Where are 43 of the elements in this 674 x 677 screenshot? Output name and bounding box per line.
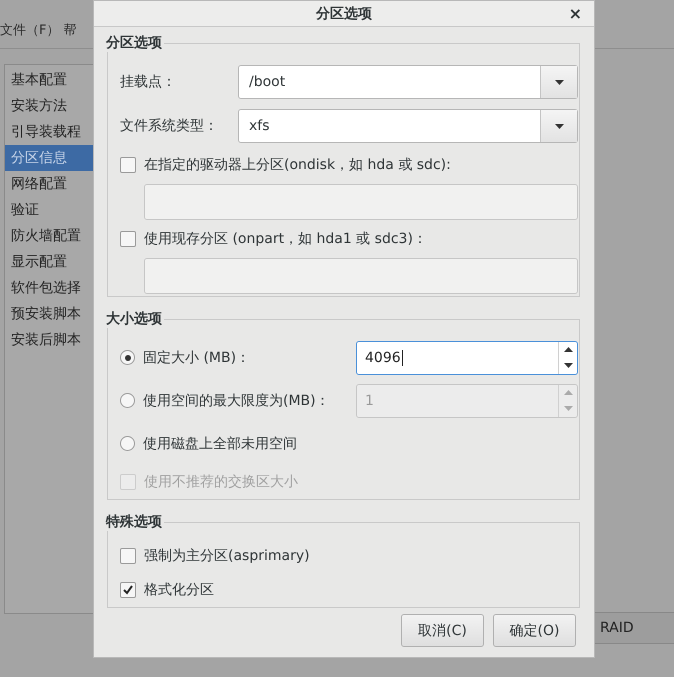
caret-down-icon — [554, 80, 564, 84]
dropdown[interactable]: xfs — [238, 109, 578, 143]
group-title: 大小选项 — [106, 310, 164, 328]
spin-field[interactable]: 4096 — [356, 340, 578, 374]
spin-value: 4096 — [364, 348, 404, 368]
dropdown-button[interactable] — [540, 66, 577, 98]
dialog-button[interactable]: 确定(O) — [493, 614, 576, 647]
checkbox-label: 使用不推荐的交换区大小 — [144, 473, 298, 491]
menu-item[interactable]: 文件（F） — [0, 21, 60, 39]
caret-down-icon — [554, 124, 564, 128]
checkbox[interactable] — [120, 548, 136, 564]
checkbox-label: 使用现存分区 (onpart，如 hda1 或 sdc3)： — [144, 230, 427, 248]
radio-button[interactable] — [120, 350, 135, 365]
dialog-button[interactable]: 取消(C) — [401, 614, 484, 647]
radio-label: 使用空间的最大限度为(MB)： — [143, 392, 330, 410]
spin-value: 1 — [364, 392, 375, 410]
checkbox-label: 强制为主分区(asprimary) — [144, 547, 310, 565]
checkbox-label: 格式化分区 — [144, 581, 214, 599]
dropdown-value: xfs — [248, 117, 271, 136]
radio-button[interactable] — [120, 393, 135, 408]
text-field[interactable] — [144, 258, 578, 294]
radio-label: 固定大小 (MB)： — [143, 348, 250, 366]
down-arrow-icon — [564, 363, 572, 368]
radio-button[interactable] — [120, 436, 135, 451]
radio-label: 使用磁盘上全部未用空间 — [143, 434, 297, 452]
field-label: 文件系统类型： — [120, 117, 218, 135]
dropdown-button[interactable] — [540, 110, 577, 142]
group-title: 特殊选项 — [106, 513, 164, 531]
field-label: 挂载点： — [120, 73, 176, 91]
checkbox[interactable] — [120, 157, 136, 173]
up-arrow-icon — [564, 390, 572, 395]
dropdown[interactable]: /boot — [238, 65, 578, 99]
group-title: 分区选项 — [106, 34, 164, 52]
text-field[interactable] — [144, 184, 578, 220]
menu-item[interactable]: 帮 — [63, 21, 76, 39]
down-arrow-icon — [564, 406, 572, 411]
up-arrow-icon — [564, 347, 572, 352]
checkbox[interactable] — [120, 582, 136, 598]
checkbox[interactable] — [120, 231, 136, 247]
close-button[interactable]: × — [568, 4, 582, 23]
checkbox-label: 在指定的驱动器上分区(ondisk，如 hda 或 sdc): — [144, 156, 451, 174]
dropdown-value: /boot — [248, 73, 286, 92]
dialog-title: 分区选项 — [316, 4, 372, 22]
